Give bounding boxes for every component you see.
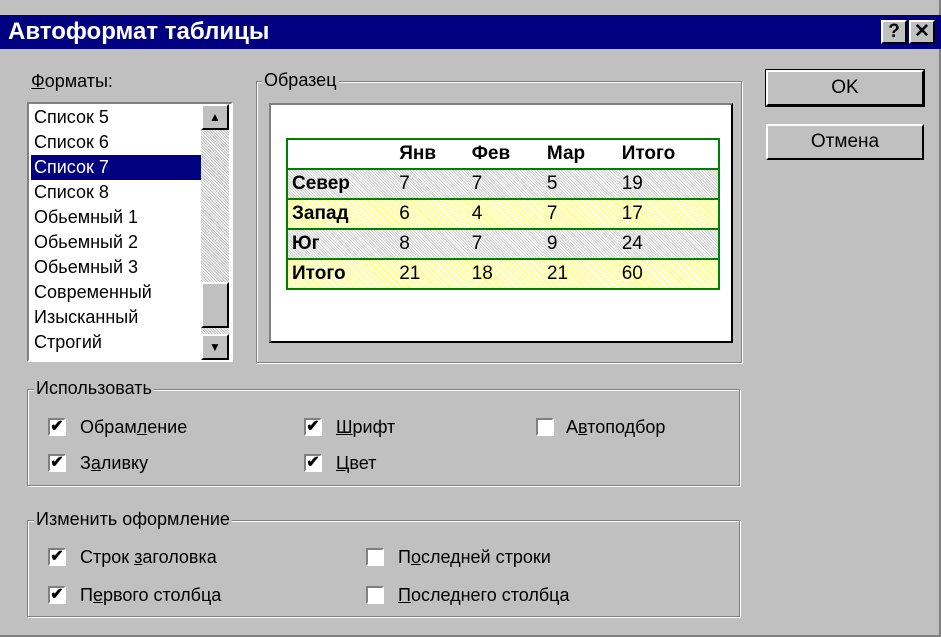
sample-cell: 6 <box>395 199 468 230</box>
sample-cell: 7 <box>467 229 543 260</box>
list-item[interactable]: Современный <box>31 280 201 305</box>
list-item[interactable]: Список 5 <box>31 105 201 130</box>
sample-cell: 24 <box>617 229 719 260</box>
formats-label: Форматы: <box>31 71 113 91</box>
table-row: Итого 21 18 21 60 <box>287 259 719 290</box>
color-label: Цвет <box>336 453 377 473</box>
cancel-button[interactable]: Отмена <box>766 124 924 160</box>
borders-label: Обрамление <box>80 417 188 437</box>
font-checkbox[interactable]: ✔ <box>304 418 322 436</box>
sample-header-cell: Янв <box>395 139 468 170</box>
first-column-checkbox[interactable]: ✔ <box>48 586 66 604</box>
first-column-label: Первого столбца <box>80 585 222 605</box>
list-item-selected[interactable]: Список 7 <box>31 155 201 180</box>
formats-listbox[interactable]: Список 5 Список 6 Список 7 Список 8 Обье… <box>27 102 233 362</box>
title-bar: Автоформат таблицы ? ✕ <box>0 15 941 49</box>
sample-cell: 4 <box>467 199 543 230</box>
scroll-up-icon[interactable]: ▲ <box>201 104 229 130</box>
autofit-label: Автоподбор <box>566 417 666 437</box>
list-item[interactable]: Список 6 <box>31 130 201 155</box>
use-group-label: Использовать <box>34 377 154 399</box>
formats-scrollbar[interactable]: ▲ ▼ <box>201 104 229 360</box>
list-item[interactable]: Обьемный 2 <box>31 230 201 255</box>
sample-cell: 9 <box>542 229 618 260</box>
autofit-checkbox[interactable] <box>536 418 554 436</box>
sample-header-cell: Фев <box>467 139 543 170</box>
sample-cell: 60 <box>617 259 719 290</box>
sample-cell: 19 <box>617 169 719 200</box>
borders-checkbox[interactable]: ✔ <box>48 418 66 436</box>
list-item[interactable]: Изысканный <box>31 305 201 330</box>
ok-button[interactable]: OK <box>765 69 925 107</box>
list-item[interactable]: Список 8 <box>31 180 201 205</box>
sample-header-cell: Мар <box>542 139 618 170</box>
dialog-title: Автоформат таблицы <box>8 18 270 45</box>
table-row: Юг 8 7 9 24 <box>287 229 719 260</box>
last-row-label: Последней строки <box>398 547 551 567</box>
list-item[interactable]: Обьемный 3 <box>31 255 201 280</box>
sample-cell: 5 <box>542 169 618 200</box>
fill-checkbox[interactable]: ✔ <box>48 454 66 472</box>
row-header-cell: Запад <box>287 199 396 230</box>
last-column-label: Последнего столбца <box>398 585 570 605</box>
row-header-cell: Итого <box>287 259 396 290</box>
close-button[interactable]: ✕ <box>909 20 935 44</box>
fill-label: Заливку <box>80 453 149 473</box>
list-item[interactable]: Обьемный 1 <box>31 205 201 230</box>
autoformat-dialog: Автоформат таблицы ? ✕ Форматы: Список 5… <box>0 0 941 637</box>
sample-cell: 17 <box>617 199 719 230</box>
sample-cell: 8 <box>395 229 468 260</box>
change-format-group-label: Изменить оформление <box>34 508 232 530</box>
scroll-thumb[interactable] <box>201 282 229 328</box>
scroll-down-icon[interactable]: ▼ <box>201 334 229 360</box>
font-label: Шрифт <box>336 417 396 437</box>
sample-cell: 21 <box>395 259 468 290</box>
help-button[interactable]: ? <box>881 20 907 44</box>
sample-group-label: Образец <box>262 69 339 91</box>
sample-cell: 7 <box>467 169 543 200</box>
last-row-checkbox[interactable] <box>366 548 384 566</box>
row-header-cell: Юг <box>287 229 396 260</box>
table-row: Север 7 7 5 19 <box>287 169 719 200</box>
sample-header-cell <box>287 139 396 170</box>
list-item[interactable]: Строгий <box>31 330 201 355</box>
table-row: Запад 6 4 7 17 <box>287 199 719 230</box>
color-checkbox[interactable]: ✔ <box>304 454 322 472</box>
header-rows-label: Строк заголовка <box>80 547 217 567</box>
sample-cell: 18 <box>467 259 543 290</box>
header-rows-checkbox[interactable]: ✔ <box>48 548 66 566</box>
sample-cell: 7 <box>542 199 618 230</box>
row-header-cell: Север <box>287 169 396 200</box>
sample-cell: 21 <box>542 259 618 290</box>
sample-cell: 7 <box>395 169 468 200</box>
sample-table: Янв Фев Мар Итого Север 7 7 5 19 Запад 6… <box>286 138 720 290</box>
sample-header-cell: Итого <box>617 139 719 170</box>
last-column-checkbox[interactable] <box>366 586 384 604</box>
